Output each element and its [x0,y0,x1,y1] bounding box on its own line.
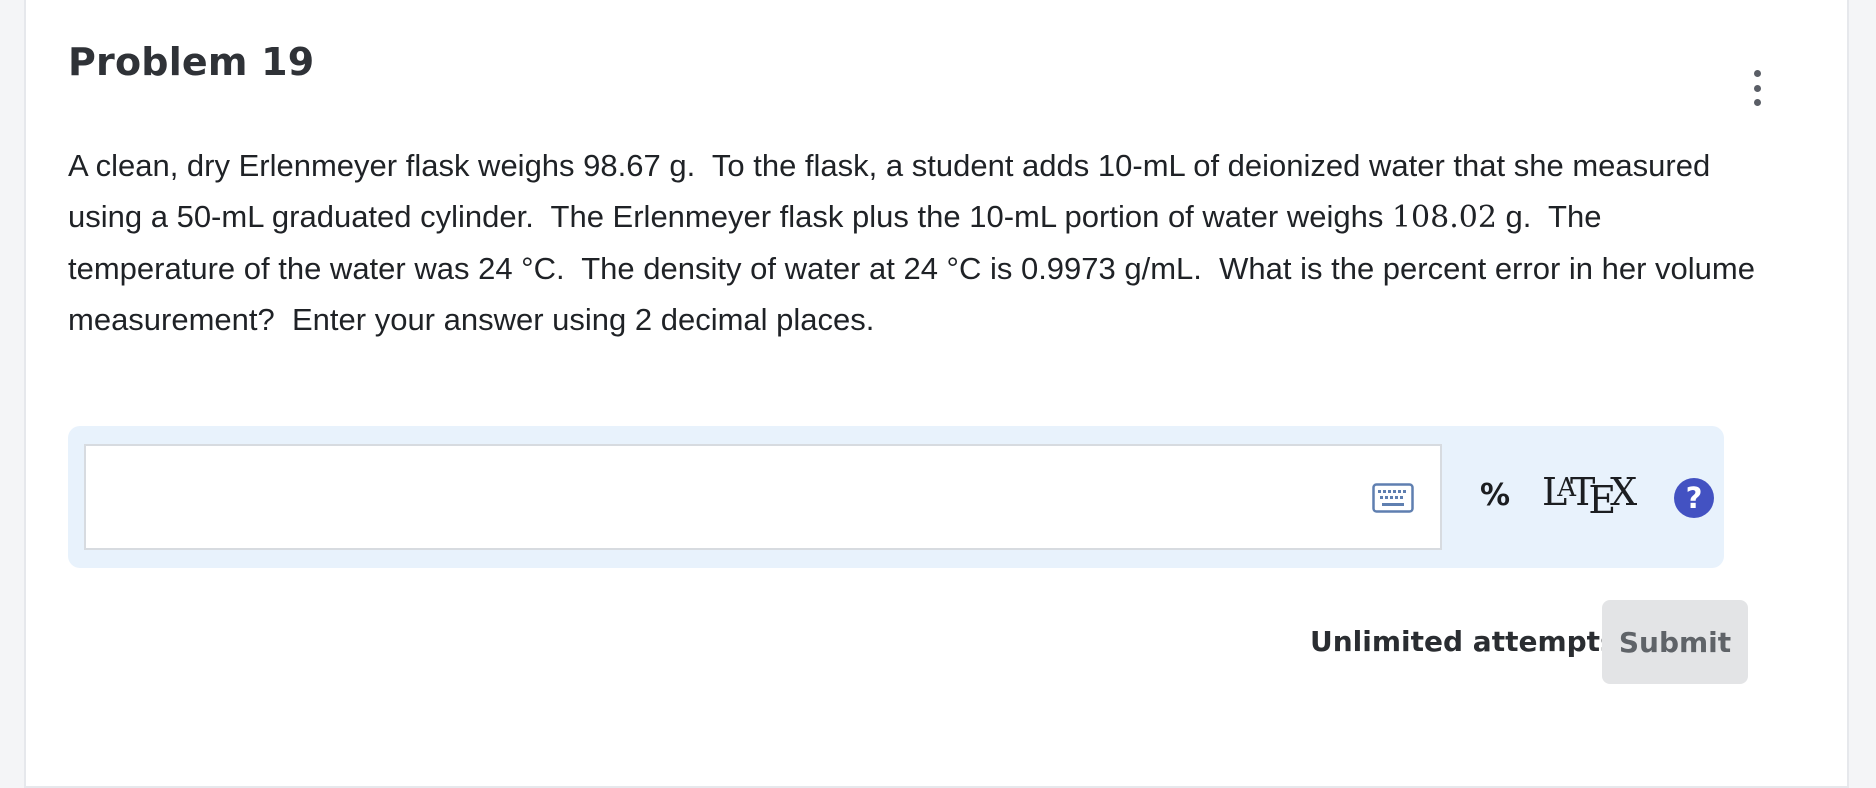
problem-line-2-text: using a 50-mL graduated cylinder. The Er… [68,199,1392,234]
problem-line-2: using a 50-mL graduated cylinder. The Er… [68,191,1848,243]
problem-card: Problem 19 A clean, dry Erlenmeyer flask… [24,0,1849,788]
problem-line-4: measurement? Enter your answer using 2 d… [68,302,875,337]
unit-label: % [1480,478,1511,513]
problem-line-2-suffix: g. The [1496,199,1602,234]
problem-line-1: A clean, dry Erlenmeyer flask weighs 98.… [68,148,1711,183]
more-options-menu-icon[interactable] [1747,70,1767,106]
menu-dot [1753,99,1761,106]
menu-dot [1753,70,1761,77]
menu-dot [1753,84,1761,92]
submit-button[interactable]: Submit [1602,600,1748,684]
keyboard-icon[interactable] [1372,483,1414,513]
latex-toggle[interactable]: LATEX [1542,470,1637,522]
problem-title: Problem 19 [68,40,315,84]
answer-input[interactable] [86,446,1356,548]
problem-statement: A clean, dry Erlenmeyer flask weighs 98.… [68,140,1848,345]
answer-panel: % LATEX ? [68,426,1724,568]
attempts-label: Unlimited attempts [1310,625,1617,658]
math-value: 108.02 [1391,200,1497,235]
problem-line-3: temperature of the water was 24 °C. The … [68,251,1755,286]
answer-field [84,444,1442,550]
help-icon[interactable]: ? [1674,478,1714,518]
